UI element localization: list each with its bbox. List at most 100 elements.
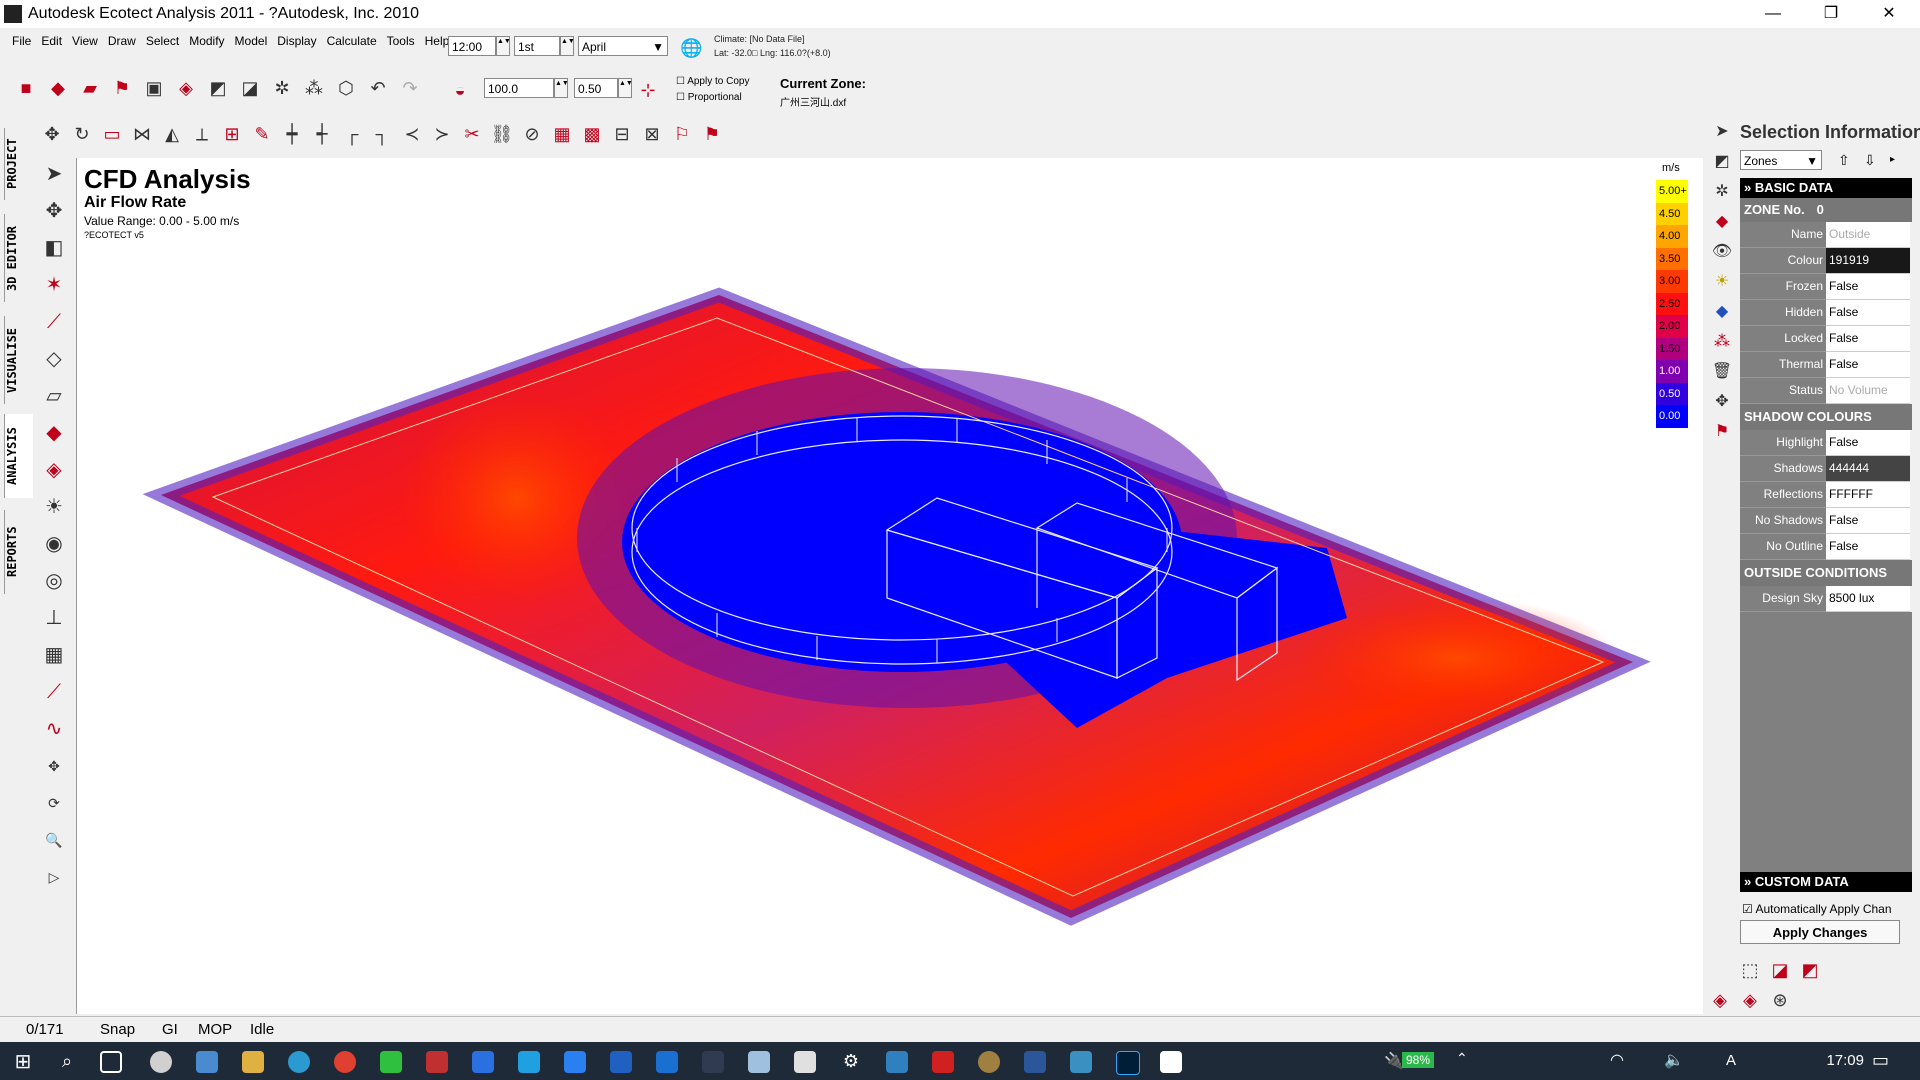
eye-icon[interactable]: 👁 (1708, 238, 1736, 266)
magnify-icon[interactable]: 🔍 (38, 824, 70, 856)
array-icon[interactable]: ⊞ (220, 122, 244, 146)
cut-icon[interactable]: ✂ (460, 122, 484, 146)
print-icon[interactable]: ◈ (174, 76, 198, 100)
deselect-box-icon[interactable]: ▩ (580, 122, 604, 146)
line2-icon[interactable]: ≻ (430, 122, 454, 146)
minimize-button[interactable]: — (1750, 0, 1796, 28)
light-icon[interactable]: ☀ (38, 491, 70, 523)
cube-icon[interactable]: ◆ (1708, 298, 1736, 326)
unlink-icon[interactable]: ⊘ (520, 122, 544, 146)
property-value[interactable]: False (1826, 274, 1910, 300)
tab-3d-editor[interactable]: 3D EDITOR (4, 214, 33, 302)
gi-toggle[interactable]: GI (162, 1021, 178, 1038)
join-icon[interactable]: ┽ (310, 122, 334, 146)
walk-icon[interactable]: ▷ (38, 861, 70, 893)
pivot-icon[interactable]: ⟂ (190, 122, 214, 146)
month-select[interactable]: April ▼ (578, 36, 668, 56)
globe-icon[interactable]: 🌐 (680, 38, 702, 59)
gear-icon[interactable]: ⚙ (840, 1051, 862, 1073)
app-icon-9[interactable] (702, 1051, 724, 1073)
property-value[interactable]: 8500 lux (1826, 586, 1910, 612)
pointer-icon[interactable]: ➤ (1708, 118, 1736, 146)
menu-select[interactable]: Select (146, 34, 179, 52)
pan-icon[interactable]: ✥ (38, 195, 70, 227)
scale-spinner[interactable]: ▲▼ (554, 78, 569, 98)
cube-icon[interactable]: ⬡ (334, 76, 358, 100)
gear-icon[interactable]: ✲ (270, 76, 294, 100)
export-icon[interactable]: ⚑ (1708, 418, 1736, 446)
viewport[interactable] (76, 158, 1703, 1014)
select-box-icon[interactable]: ▦ (550, 122, 574, 146)
photoshop-icon[interactable] (1116, 1051, 1140, 1075)
axis-icon[interactable]: ⊹ (636, 78, 660, 102)
menu-view[interactable]: View (72, 34, 98, 52)
property-value[interactable]: FFFFFF (1826, 482, 1910, 508)
trash-icon[interactable]: 🗑 (1708, 358, 1736, 386)
autocad-icon[interactable] (932, 1051, 954, 1073)
property-value[interactable]: False (1826, 534, 1910, 560)
render-icon[interactable]: ▣ (142, 76, 166, 100)
tag-icon[interactable]: ✎ (250, 122, 274, 146)
mop-toggle[interactable]: MOP (198, 1021, 232, 1038)
move-icon[interactable]: ✥ (40, 122, 64, 146)
property-value[interactable]: Outside (1826, 222, 1910, 248)
line-icon[interactable]: ≺ (400, 122, 424, 146)
tab-reports[interactable]: REPORTS (4, 510, 33, 594)
app-icon-10[interactable] (748, 1051, 770, 1073)
step-input[interactable]: 0.50 (574, 78, 618, 98)
menu-model[interactable]: Model (235, 34, 268, 52)
tool-c-icon[interactable]: ⊛ (1768, 988, 1792, 1012)
app-icon-5[interactable] (518, 1051, 540, 1073)
menu-file[interactable]: File (12, 34, 31, 52)
app-icon-7[interactable] (610, 1051, 632, 1073)
app-icon-12[interactable] (886, 1051, 908, 1073)
word-icon[interactable] (1024, 1051, 1046, 1073)
speaker-icon[interactable]: ◉ (38, 528, 70, 560)
tab-analysis[interactable]: ANALYSIS (4, 414, 33, 498)
scale-object-icon[interactable]: ▭ (100, 122, 124, 146)
menu-help[interactable]: Help (425, 34, 450, 52)
wechat-icon[interactable] (380, 1051, 402, 1073)
rotate-icon[interactable]: ↻ (70, 122, 94, 146)
basic-data-header[interactable]: » BASIC DATA (1740, 178, 1912, 198)
auto-apply-checkbox[interactable]: ☑ Automatically Apply Chan (1742, 902, 1892, 916)
pointer-icon[interactable]: ➤ (38, 158, 70, 190)
wifi-icon[interactable]: ◠ (1610, 1050, 1624, 1070)
edge-icon[interactable] (288, 1051, 310, 1073)
app-icon-14[interactable] (1070, 1051, 1092, 1073)
search-icon[interactable]: ⌕ (56, 1051, 78, 1073)
frame3-icon[interactable]: ◩ (1798, 958, 1822, 982)
scale-input[interactable]: 100.0 (484, 78, 554, 98)
export-icon[interactable]: ⚑ (110, 76, 134, 100)
arrow-down-icon[interactable]: ⇩ (1864, 152, 1876, 169)
open-icon[interactable]: ◆ (46, 76, 70, 100)
curve-tool-icon[interactable]: ∿ (38, 713, 70, 745)
menu-edit[interactable]: Edit (41, 34, 62, 52)
property-value[interactable]: False (1826, 430, 1910, 456)
arrow-up-icon[interactable]: ⇧ (1838, 152, 1850, 169)
mirror-icon[interactable]: ⋈ (130, 122, 154, 146)
zoom-window-icon[interactable]: ◧ (38, 232, 70, 264)
volume-icon[interactable]: 🔈 (1664, 1050, 1684, 1070)
block-icon[interactable]: ◆ (38, 417, 70, 449)
app-icon-3[interactable] (426, 1051, 448, 1073)
cfd-model-view[interactable] (77, 158, 1703, 1014)
flag-icon[interactable]: ⚐ (670, 122, 694, 146)
notification-icon[interactable]: ▭ (1872, 1050, 1889, 1071)
step-spinner[interactable]: ▲▼ (618, 78, 633, 98)
orbit-icon[interactable]: ✥ (38, 750, 70, 782)
arrow-right-icon[interactable]: ▸ (1890, 154, 1895, 165)
sun-icon[interactable]: ☀ (1708, 268, 1736, 296)
table2-icon[interactable]: ⊠ (640, 122, 664, 146)
tab-project[interactable]: PROJECT (4, 128, 33, 200)
app-icon-13[interactable] (978, 1051, 1000, 1073)
zone-icon[interactable]: ◩ (206, 76, 230, 100)
corner-icon[interactable]: ┌ (340, 122, 364, 146)
property-value[interactable]: False (1826, 508, 1910, 534)
ecotect-icon[interactable] (1160, 1051, 1182, 1073)
close-button[interactable]: ✕ (1866, 0, 1912, 28)
day-input[interactable]: 1st (514, 36, 560, 56)
chrome-icon[interactable] (334, 1051, 356, 1073)
app-icon-4[interactable] (472, 1051, 494, 1073)
extrude-icon[interactable]: ◭ (160, 122, 184, 146)
